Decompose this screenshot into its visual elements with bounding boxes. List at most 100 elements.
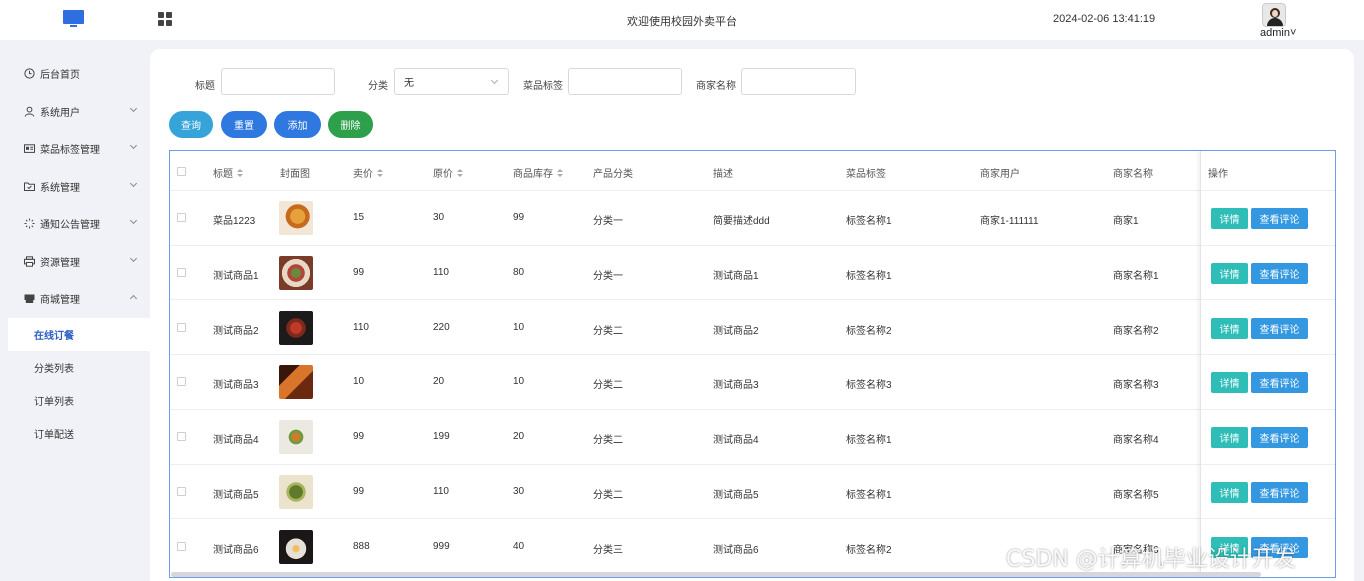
cell-merchant-name: 商家1: [1113, 216, 1139, 228]
sidebar-item-dashboard[interactable]: 后台首页: [0, 55, 150, 92]
view-comments-button[interactable]: 查看评论: [1251, 208, 1308, 230]
cell-title: 测试商品5: [213, 489, 259, 501]
add-button[interactable]: 添加: [274, 111, 321, 138]
cell-merchant-name: 商家名称1: [1113, 271, 1159, 283]
cell-description: 测试商品6: [713, 544, 759, 556]
cell-tag: 标签名称1: [846, 216, 892, 228]
category-filter-label: 分类: [368, 81, 388, 92]
row-checkbox[interactable]: [177, 486, 186, 496]
cell-tag: 标签名称3: [846, 380, 892, 392]
reset-button[interactable]: 重置: [221, 111, 267, 138]
merchant-filter-input[interactable]: [741, 68, 856, 95]
detail-button[interactable]: 详情: [1211, 317, 1248, 339]
category-filter-value: 无: [404, 78, 414, 89]
product-thumbnail: [279, 365, 313, 400]
sort-icon[interactable]: [457, 169, 463, 178]
sidebar-item-system-management[interactable]: 系统管理: [0, 168, 150, 205]
cell-tag: 标签名称1: [846, 271, 892, 283]
current-datetime: 2024-02-06 13:41:19: [1053, 13, 1156, 25]
cell-price: 888: [353, 540, 370, 552]
detail-button[interactable]: 详情: [1211, 372, 1248, 394]
cell-stock: 30: [513, 485, 525, 497]
avatar[interactable]: [1262, 3, 1286, 27]
view-comments-button[interactable]: 查看评论: [1251, 317, 1308, 339]
sidebar-item-dish-tags[interactable]: 菜品标签管理: [0, 130, 150, 167]
row-divider: [1201, 299, 1335, 301]
column-header-cover: 封面图: [280, 169, 310, 180]
product-thumbnail: [279, 420, 313, 455]
sort-icon[interactable]: [377, 169, 383, 178]
sidebar-item-shop-management[interactable]: 商城管理: [0, 280, 150, 317]
merchant-filter-label: 商家名称: [696, 81, 736, 92]
sidebar-item-resources[interactable]: 资源管理: [0, 243, 150, 280]
cell-original-price: 110: [433, 485, 449, 497]
product-thumbnail: [279, 310, 313, 345]
sort-icon[interactable]: [237, 169, 243, 178]
sidebar-subitem-category-list[interactable]: 分类列表: [8, 351, 150, 384]
sort-icon[interactable]: [557, 169, 563, 178]
row-checkbox[interactable]: [177, 432, 186, 442]
folder-icon: [24, 181, 35, 192]
cell-description: 简要描述ddd: [713, 216, 770, 228]
column-header-merchant-name: 商家名称: [1113, 169, 1153, 180]
cell-merchant-name: 商家名称4: [1113, 435, 1159, 447]
row-divider: [170, 354, 1335, 356]
detail-button[interactable]: 详情: [1211, 263, 1248, 285]
sidebar-subitem-order-delivery[interactable]: 订单配送: [8, 417, 150, 450]
column-header-title[interactable]: 标题: [213, 165, 243, 180]
detail-button[interactable]: 详情: [1211, 481, 1248, 503]
row-checkbox[interactable]: [177, 377, 186, 387]
category-filter-select[interactable]: 无: [394, 68, 509, 95]
cell-merchant-name: 商家名称5: [1113, 489, 1159, 501]
row-checkbox[interactable]: [177, 268, 186, 278]
cell-category: 分类一: [593, 216, 623, 228]
sidebar-subitem-order-list[interactable]: 订单列表: [8, 384, 150, 417]
user-dropdown[interactable]: admin˅: [1260, 27, 1296, 39]
cell-tag: 标签名称2: [846, 544, 892, 556]
cell-category: 分类二: [593, 435, 623, 447]
delete-button[interactable]: 删除: [328, 111, 373, 138]
detail-button[interactable]: 详情: [1211, 427, 1248, 449]
product-thumbnail: [279, 256, 313, 291]
cell-category: 分类二: [593, 380, 623, 392]
row-divider: [170, 299, 1335, 301]
column-header-title-label: 标题: [213, 169, 233, 180]
sidebar-item-label: 系统管理: [40, 183, 80, 194]
row-divider: [170, 518, 1335, 520]
tag-filter-input[interactable]: [568, 68, 682, 95]
cell-price: 99: [353, 485, 365, 497]
sidebar-item-system-users[interactable]: 系统用户: [0, 93, 150, 130]
column-header-tag: 菜品标签: [846, 169, 886, 180]
query-button[interactable]: 查询: [169, 111, 213, 138]
row-checkbox[interactable]: [177, 322, 186, 332]
row-checkbox[interactable]: [177, 541, 186, 551]
cell-original-price: 30: [433, 212, 445, 224]
view-comments-button[interactable]: 查看评论: [1251, 481, 1308, 503]
view-comments-button[interactable]: 查看评论: [1251, 372, 1308, 394]
cell-price: 99: [353, 267, 365, 279]
cell-stock: 20: [513, 431, 525, 443]
title-filter-label: 标题: [195, 81, 215, 92]
cell-price: 99: [353, 431, 365, 443]
cell-category: 分类一: [593, 271, 623, 283]
column-header-original-price[interactable]: 原价: [433, 165, 463, 180]
row-checkbox[interactable]: [177, 213, 186, 223]
sidebar-item-notices[interactable]: 通知公告管理: [0, 205, 150, 242]
view-comments-button[interactable]: 查看评论: [1251, 263, 1308, 285]
detail-button[interactable]: 详情: [1211, 208, 1248, 230]
cell-stock: 10: [513, 321, 525, 333]
top-header: 欢迎使用校园外卖平台 2024-02-06 13:41:19 admin˅: [0, 0, 1364, 40]
sidebar-subitem-online-order[interactable]: 在线订餐: [8, 318, 150, 351]
cell-description: 测试商品3: [713, 380, 759, 392]
operations-column: 操作 详情 查看评论 详情 查看评论 详情 查看评论 详情 查看评论 详情 查看评论 详情 查看评论详…: [1200, 151, 1335, 577]
title-filter-input[interactable]: [221, 68, 335, 95]
product-table: 菜品1223 15 30 99 分类一 简要描述ddd 标签名称1 商家1-111111 商家1…: [169, 150, 1336, 578]
select-all-checkbox[interactable]: [177, 167, 186, 176]
view-comments-button[interactable]: 查看评论: [1251, 427, 1308, 449]
cell-merchant-name: 商家名称2: [1113, 325, 1159, 337]
column-header-stock[interactable]: 商品库存: [513, 165, 563, 180]
product-thumbnail: [279, 529, 313, 564]
column-header-price[interactable]: 卖价: [353, 165, 383, 180]
chevron-down-icon: [129, 179, 138, 188]
shop-icon: [24, 293, 35, 304]
